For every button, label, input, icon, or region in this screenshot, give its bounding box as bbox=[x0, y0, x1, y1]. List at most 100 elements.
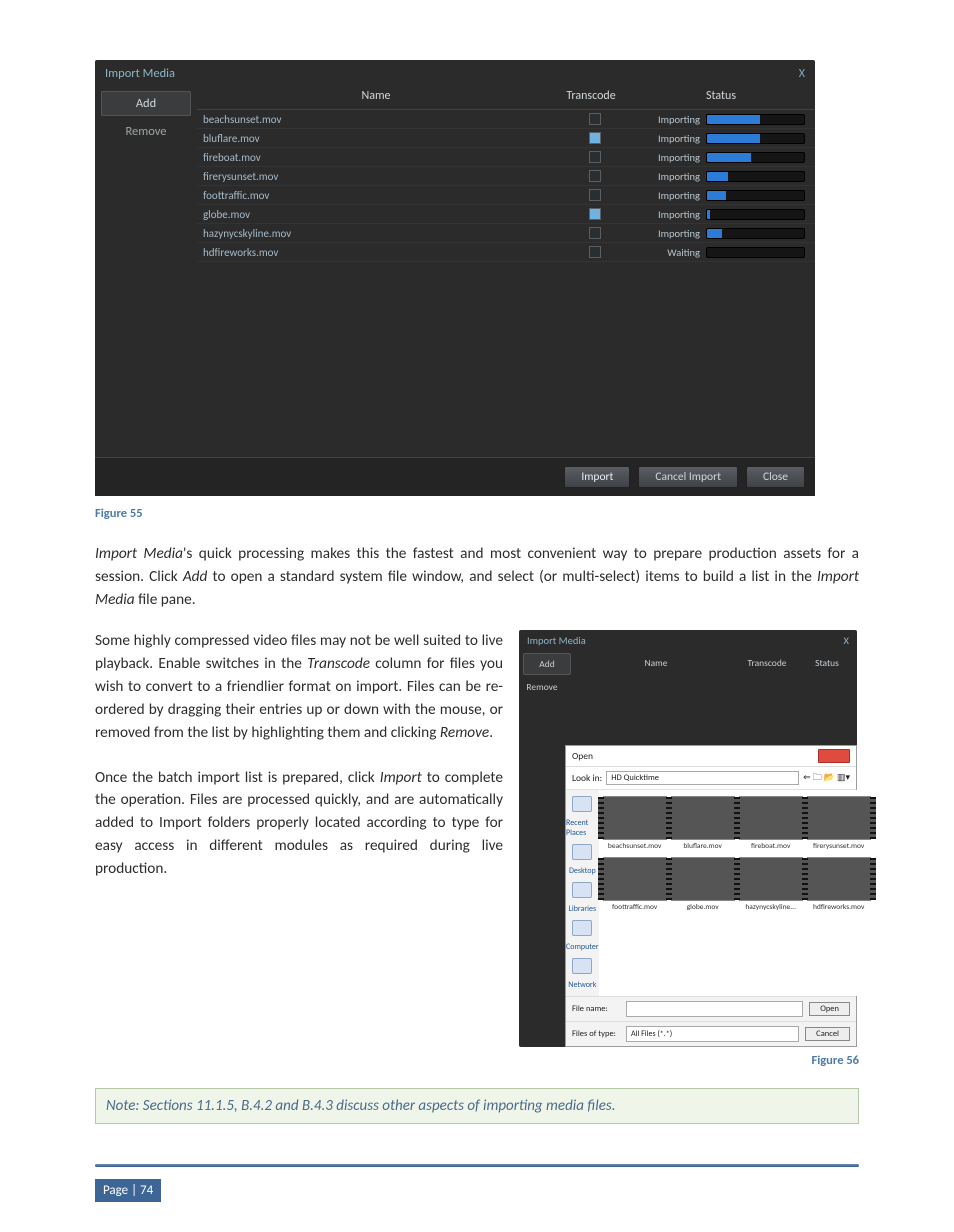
col-status: Status bbox=[631, 89, 811, 103]
close-button[interactable]: Close bbox=[746, 466, 805, 488]
transcode-checkbox[interactable] bbox=[589, 132, 601, 144]
folder-nav-icons[interactable]: ⇐ 🗀 📂 ▥▾ bbox=[803, 770, 850, 786]
recent-places-icon[interactable] bbox=[572, 796, 592, 812]
fig55-title: Import Media bbox=[105, 66, 175, 81]
p2-d: Remove bbox=[440, 723, 489, 742]
import-button[interactable]: Import bbox=[564, 466, 630, 488]
table-row[interactable]: globe.movImporting bbox=[197, 205, 815, 224]
p3-b: Import bbox=[380, 768, 422, 787]
nav-network[interactable]: Network bbox=[568, 980, 596, 990]
progress-bar bbox=[706, 190, 805, 201]
row-filename: firerysunset.mov bbox=[197, 170, 555, 183]
file-thumbnail[interactable]: hdfireworks.mov bbox=[807, 857, 871, 912]
open-dialog-title: Open bbox=[572, 750, 593, 762]
p1-a: Import Media bbox=[95, 544, 183, 563]
row-status: Waiting bbox=[635, 246, 706, 259]
transcode-checkbox[interactable] bbox=[589, 151, 601, 163]
note-block: Note: Sections 11.1.5, B.4.2 and B.4.3 d… bbox=[95, 1088, 859, 1124]
open-button[interactable]: Open bbox=[809, 1002, 850, 1016]
paragraph-2: Some highly compressed video files may n… bbox=[95, 630, 503, 745]
table-row[interactable]: bluflare.mov Importing bbox=[197, 129, 815, 148]
progress-bar bbox=[706, 114, 805, 125]
open-dialog: Open Look in: HD Quicktime ⇐ 🗀 📂 ▥▾ Rece… bbox=[565, 745, 857, 1047]
progress-bar bbox=[706, 152, 805, 163]
libraries-icon[interactable] bbox=[572, 882, 592, 898]
fig56-add[interactable]: Add bbox=[523, 653, 571, 675]
file-thumbnail[interactable]: hazynycskyline... bbox=[739, 857, 803, 912]
table-row[interactable]: beachsunset.mov Importing bbox=[197, 110, 815, 129]
row-filename: hazynycskyline.mov bbox=[197, 227, 555, 240]
row-filename: bluflare.mov bbox=[197, 132, 555, 145]
row-status: Importing bbox=[635, 189, 706, 202]
transcode-checkbox[interactable] bbox=[589, 113, 601, 125]
row-filename: globe.mov bbox=[197, 208, 555, 221]
fig55-empty-area bbox=[197, 262, 815, 457]
p2-b: Transcode bbox=[307, 654, 370, 673]
row-filename: fireboat.mov bbox=[197, 151, 555, 164]
page-number: Page | 74 bbox=[95, 1179, 161, 1202]
computer-icon[interactable] bbox=[572, 920, 592, 936]
row-status: Importing bbox=[635, 170, 706, 183]
cancel-open-button[interactable]: Cancel bbox=[805, 1027, 850, 1041]
row-filename: beachsunset.mov bbox=[197, 113, 555, 126]
transcode-checkbox[interactable] bbox=[589, 227, 601, 239]
progress-bar bbox=[706, 209, 805, 220]
transcode-checkbox[interactable] bbox=[589, 246, 601, 258]
table-row[interactable]: fireboat.movImporting bbox=[197, 148, 815, 167]
close-icon[interactable]: X bbox=[844, 634, 849, 647]
file-thumbnail[interactable]: foottraffic.mov bbox=[603, 857, 667, 912]
network-icon[interactable] bbox=[572, 958, 592, 974]
row-status: Importing bbox=[635, 132, 706, 145]
progress-bar bbox=[706, 133, 805, 144]
nav-recent[interactable]: Recent Places bbox=[566, 818, 599, 838]
nav-desktop[interactable]: Desktop bbox=[569, 866, 596, 876]
col-name: Name bbox=[201, 89, 551, 103]
cancel-import-button[interactable]: Cancel Import bbox=[638, 466, 738, 488]
fig55-window: Import Media X Add Remove Name Transcode… bbox=[95, 60, 815, 496]
table-row[interactable]: hazynycskyline.movImporting bbox=[197, 224, 815, 243]
nav-computer[interactable]: Computer bbox=[566, 942, 599, 952]
progress-bar bbox=[706, 247, 805, 258]
table-row[interactable]: hdfireworks.mov Waiting bbox=[197, 243, 815, 262]
fig56-remove[interactable]: Remove bbox=[519, 677, 565, 697]
file-thumbnail[interactable]: bluflare.mov bbox=[671, 796, 735, 851]
fig56-title: Import Media bbox=[527, 634, 586, 647]
remove-button[interactable]: Remove bbox=[101, 120, 191, 143]
row-filename: hdfireworks.mov bbox=[197, 246, 555, 259]
filename-label: File name: bbox=[572, 1004, 620, 1014]
lookin-select[interactable]: HD Quicktime bbox=[606, 771, 799, 785]
fig56-caption: Figure 56 bbox=[519, 1053, 859, 1068]
col-transcode: Transcode bbox=[551, 89, 631, 103]
lookin-label: Look in: bbox=[572, 772, 602, 784]
p1-c: Add bbox=[183, 567, 208, 586]
nav-libraries[interactable]: Libraries bbox=[569, 904, 597, 914]
row-status: Importing bbox=[635, 113, 706, 126]
table-row[interactable]: foottraffic.mov Importing bbox=[197, 186, 815, 205]
paragraph-3a: Once the batch import list is prepared, … bbox=[95, 767, 503, 882]
transcode-checkbox[interactable] bbox=[589, 189, 601, 201]
file-thumbnail[interactable]: globe.mov bbox=[671, 857, 735, 912]
p3-a: Once the batch import list is prepared, … bbox=[95, 768, 380, 787]
filename-input[interactable] bbox=[626, 1001, 803, 1017]
file-thumbnail[interactable]: beachsunset.mov bbox=[603, 796, 667, 851]
close-icon[interactable] bbox=[818, 749, 850, 763]
fig56-col-status: Status bbox=[797, 651, 857, 677]
p1-f: file pane. bbox=[135, 590, 196, 609]
fig56-window: Import Media X Add Name Transcode Status… bbox=[519, 630, 857, 1047]
add-button[interactable]: Add bbox=[101, 91, 191, 116]
row-filename: foottraffic.mov bbox=[197, 189, 555, 202]
transcode-checkbox[interactable] bbox=[589, 170, 601, 182]
progress-bar bbox=[706, 171, 805, 182]
table-row[interactable]: firerysunset.mov Importing bbox=[197, 167, 815, 186]
fig56-col-transcode: Transcode bbox=[737, 651, 797, 677]
file-thumbnail[interactable]: firerysunset.mov bbox=[807, 796, 871, 851]
close-icon[interactable]: X bbox=[799, 67, 805, 81]
desktop-icon[interactable] bbox=[572, 844, 592, 860]
file-thumbnail[interactable]: fireboat.mov bbox=[739, 796, 803, 851]
filetype-select[interactable]: All Files (*.*) bbox=[626, 1026, 799, 1042]
p2-e: . bbox=[489, 723, 493, 742]
fig56-col-name: Name bbox=[575, 651, 737, 677]
p1-d: to open a standard system file window, a… bbox=[207, 567, 817, 586]
transcode-checkbox[interactable] bbox=[589, 208, 601, 220]
footer-divider bbox=[95, 1164, 859, 1167]
